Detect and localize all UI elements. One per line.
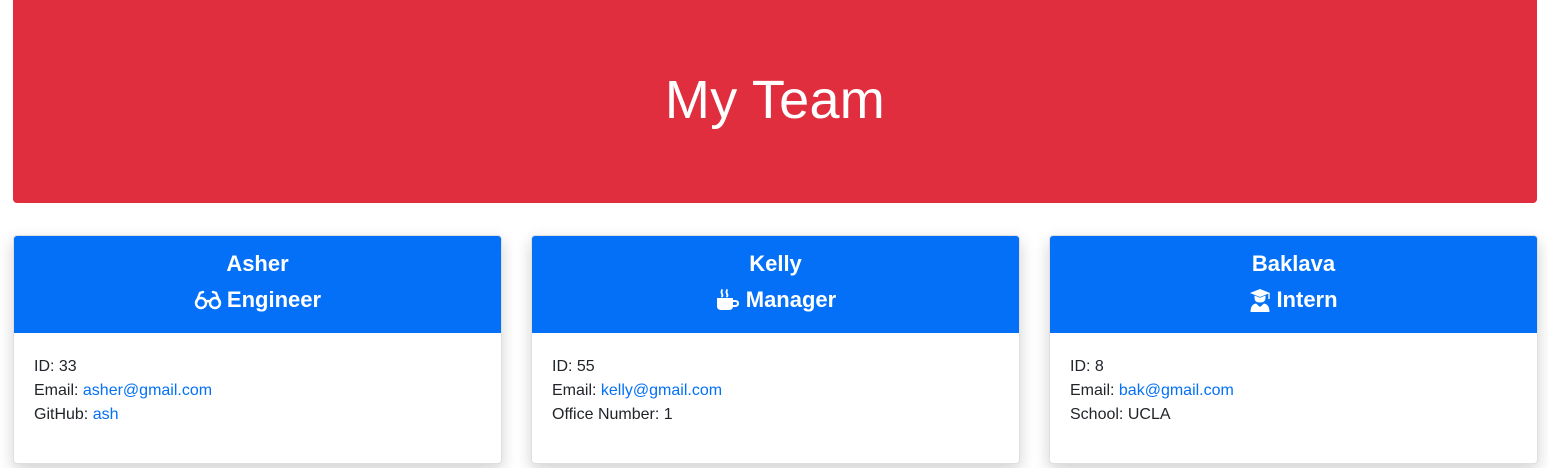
id-label: ID: bbox=[34, 358, 55, 375]
id-label: ID: bbox=[1070, 358, 1091, 375]
email-label: Email: bbox=[552, 382, 597, 399]
employee-card-manager: Kelly Manager ID: 55 Email: kelly@gmail.… bbox=[531, 235, 1020, 464]
card-body: ID: 33 Email: asher@gmail.com GitHub: as… bbox=[14, 333, 501, 427]
role-label: Engineer bbox=[226, 287, 322, 312]
role-label: Manager bbox=[745, 287, 837, 312]
employee-card-intern: Baklava Intern ID: 8 Email: bak@gmail.co… bbox=[1049, 235, 1538, 464]
email-link[interactable]: bak@gmail.com bbox=[1119, 382, 1234, 399]
card-header: Kelly Manager bbox=[532, 236, 1019, 333]
id-value: 33 bbox=[58, 358, 77, 375]
glasses-icon bbox=[194, 290, 222, 310]
email-link[interactable]: asher@gmail.com bbox=[83, 382, 212, 399]
school-row: School: UCLA bbox=[1070, 403, 1517, 427]
office-number-label: Office Number: bbox=[552, 406, 660, 423]
id-value: 8 bbox=[1094, 358, 1104, 375]
team-banner: My Team bbox=[13, 0, 1537, 203]
office-number-value: 1 bbox=[663, 406, 673, 423]
card-body: ID: 8 Email: bak@gmail.com School: UCLA bbox=[1050, 333, 1537, 427]
role-label: Intern bbox=[1276, 287, 1338, 312]
id-label: ID: bbox=[552, 358, 573, 375]
email-row: Email: asher@gmail.com bbox=[34, 379, 481, 403]
github-row: GitHub: ash bbox=[34, 403, 481, 427]
employee-name: Baklava bbox=[1251, 251, 1336, 276]
id-row: ID: 33 bbox=[34, 355, 481, 379]
github-link[interactable]: ash bbox=[93, 406, 119, 423]
employee-role: Intern bbox=[1050, 286, 1537, 313]
coffee-mug-icon bbox=[715, 288, 741, 312]
employee-name: Kelly bbox=[749, 251, 802, 276]
employee-name: Asher bbox=[226, 251, 289, 276]
employee-role: Engineer bbox=[14, 286, 501, 313]
email-label: Email: bbox=[1070, 382, 1115, 399]
card-body: ID: 55 Email: kelly@gmail.com Office Num… bbox=[532, 333, 1019, 427]
card-header: Baklava Intern bbox=[1050, 236, 1537, 333]
school-value: UCLA bbox=[1127, 406, 1171, 423]
email-row: Email: bak@gmail.com bbox=[1070, 379, 1517, 403]
graduate-icon bbox=[1249, 288, 1271, 312]
id-row: ID: 8 bbox=[1070, 355, 1517, 379]
email-label: Email: bbox=[34, 382, 79, 399]
employee-role: Manager bbox=[532, 286, 1019, 313]
github-label: GitHub: bbox=[34, 406, 89, 423]
school-label: School: bbox=[1070, 406, 1124, 423]
email-row: Email: kelly@gmail.com bbox=[552, 379, 999, 403]
card-header: Asher Engineer bbox=[14, 236, 501, 333]
id-value: 55 bbox=[576, 358, 595, 375]
office-number-row: Office Number: 1 bbox=[552, 403, 999, 427]
page-title: My Team bbox=[664, 69, 886, 130]
employee-card-engineer: Asher Engineer ID: 33 Email: asher@gmail… bbox=[13, 235, 502, 464]
id-row: ID: 55 bbox=[552, 355, 999, 379]
email-link[interactable]: kelly@gmail.com bbox=[601, 382, 722, 399]
